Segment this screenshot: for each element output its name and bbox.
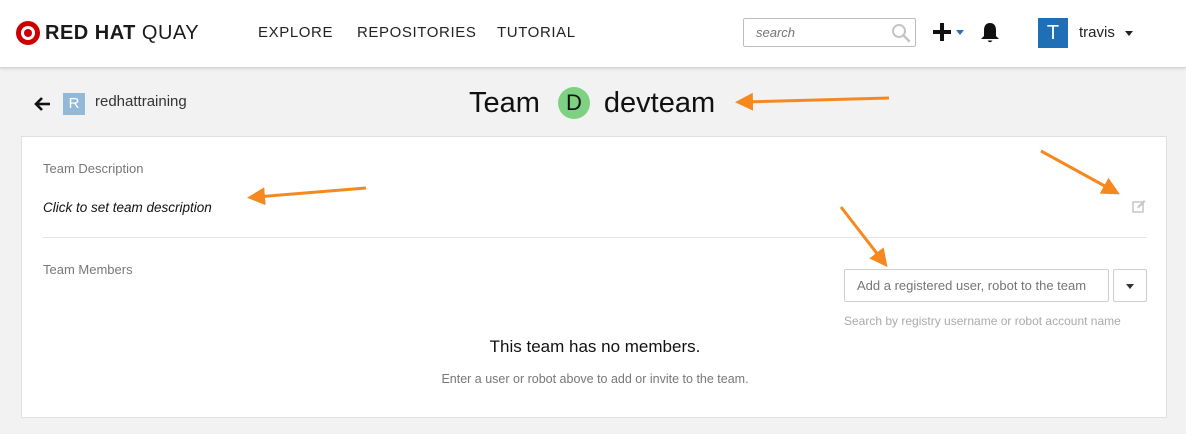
logo-text-brand: RED HAT — [45, 21, 136, 44]
edit-icon[interactable] — [1131, 198, 1147, 214]
team-description-value[interactable]: Click to set team description — [43, 200, 212, 215]
create-plus-icon[interactable] — [932, 22, 952, 42]
nav-tutorial-link[interactable]: TUTORIAL — [497, 24, 576, 41]
team-name: devteam — [603, 86, 716, 119]
team-avatar-badge: D — [557, 87, 590, 119]
annotation-arrow-title — [735, 92, 890, 111]
user-menu-chevron-down-icon[interactable] — [1125, 31, 1133, 36]
page-title: Team D devteam — [469, 85, 715, 121]
red-hat-quay-logo[interactable]: RED HAT QUAY — [16, 21, 199, 45]
org-avatar: R — [63, 93, 85, 115]
team-description-label: Team Description — [43, 161, 144, 176]
notifications-bell-icon[interactable] — [978, 21, 1002, 45]
user-avatar[interactable]: T — [1038, 18, 1068, 48]
top-navbar: RED HAT QUAY EXPLORE REPOSITORIES TUTORI… — [0, 0, 1186, 68]
back-arrow-icon[interactable] — [34, 95, 52, 113]
search-icon[interactable] — [891, 23, 911, 43]
section-divider — [43, 237, 1147, 238]
empty-members-title: This team has no members. — [489, 337, 701, 356]
team-members-label: Team Members — [43, 262, 133, 277]
nav-repositories-link[interactable]: REPOSITORIES — [357, 24, 476, 41]
add-member-dropdown-button[interactable] — [1113, 269, 1147, 302]
add-member-help-text: Search by registry username or robot acc… — [844, 314, 1121, 328]
add-member-input[interactable] — [845, 270, 1103, 301]
org-name-link[interactable]: redhattraining — [95, 93, 187, 110]
nav-explore-link[interactable]: EXPLORE — [258, 24, 333, 41]
create-menu-chevron-down-icon[interactable] — [956, 30, 964, 35]
search-input[interactable] — [744, 19, 884, 46]
add-member-field — [844, 269, 1109, 302]
team-title-prefix: Team — [469, 86, 540, 119]
user-menu-name[interactable]: travis — [1079, 24, 1115, 41]
empty-members-subtitle: Enter a user or robot above to add or in… — [441, 372, 749, 386]
search-box — [743, 18, 916, 47]
logo-text-product: QUAY — [141, 21, 200, 44]
red-hat-logo-icon — [16, 21, 40, 45]
team-panel: Team Description Click to set team descr… — [21, 136, 1167, 418]
